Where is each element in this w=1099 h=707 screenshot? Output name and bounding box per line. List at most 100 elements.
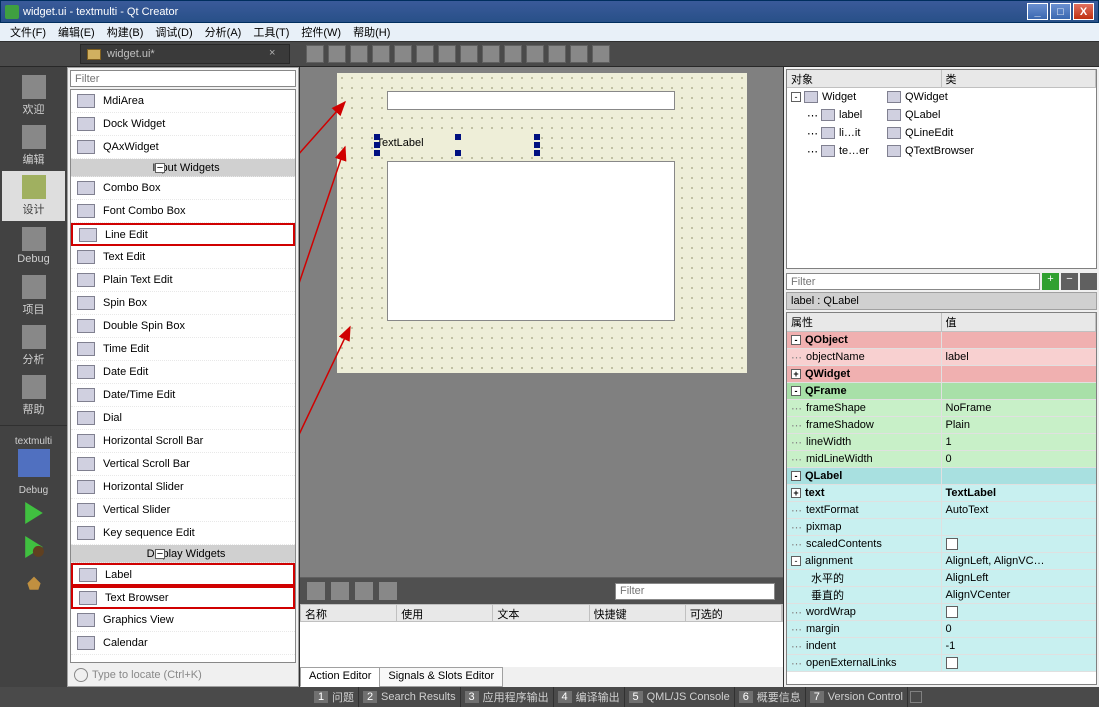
copy-action-button[interactable] <box>331 582 349 600</box>
widget-item[interactable]: MdiArea <box>71 90 295 113</box>
menu-item[interactable]: 调试(D) <box>149 24 198 40</box>
toolbar-button[interactable] <box>548 45 566 63</box>
object-row[interactable]: -WidgetQWidget <box>787 88 1096 106</box>
toolbar-button[interactable] <box>328 45 346 63</box>
debug-run-button[interactable] <box>20 536 48 558</box>
widget-item[interactable]: Plain Text Edit <box>71 269 295 292</box>
action-editor-body[interactable] <box>300 622 783 667</box>
bottom-tab[interactable]: Action Editor <box>300 667 380 687</box>
resize-handle[interactable] <box>534 134 540 140</box>
menu-item[interactable]: 构建(B) <box>101 24 150 40</box>
property-row[interactable]: ⋯textFormatAutoText <box>787 502 1096 519</box>
build-button[interactable] <box>20 570 48 592</box>
open-file-selector[interactable]: widget.ui* × <box>80 44 290 64</box>
widget-item[interactable]: Key sequence Edit <box>71 522 295 545</box>
close-file-icon[interactable]: × <box>269 47 283 61</box>
property-group[interactable]: -QLabel <box>787 468 1096 485</box>
menu-item[interactable]: 文件(F) <box>4 24 52 40</box>
mode-欢迎[interactable]: 欢迎 <box>2 71 65 121</box>
text-label-widget[interactable]: TextLabel <box>377 137 537 153</box>
menu-item[interactable]: 控件(W) <box>295 24 347 40</box>
toolbar-button[interactable] <box>306 45 324 63</box>
checkbox[interactable] <box>946 657 958 669</box>
output-pane-button[interactable]: 3应用程序输出 <box>461 687 554 707</box>
toolbar-button[interactable] <box>394 45 412 63</box>
widget-item[interactable]: Graphics View <box>71 609 295 632</box>
property-group[interactable]: -QObject <box>787 332 1096 349</box>
output-pane-button[interactable]: 1问题 <box>310 687 359 707</box>
new-action-button[interactable] <box>307 582 325 600</box>
widget-item[interactable]: Time Edit <box>71 338 295 361</box>
object-row[interactable]: ⋯li…itQLineEdit <box>787 124 1096 142</box>
property-filter-input[interactable] <box>786 273 1040 290</box>
widget-item[interactable]: Vertical Slider <box>71 499 295 522</box>
widget-item[interactable]: Date/Time Edit <box>71 384 295 407</box>
delete-action-button[interactable] <box>379 582 397 600</box>
object-row[interactable]: ⋯labelQLabel <box>787 106 1096 124</box>
property-row[interactable]: 水平的AlignLeft <box>787 570 1096 587</box>
widget-item[interactable]: QAxWidget <box>71 136 295 159</box>
paste-action-button[interactable] <box>355 582 373 600</box>
maximize-button[interactable]: □ <box>1050 3 1071 20</box>
mode-项目[interactable]: 项目 <box>2 271 65 321</box>
widget-item[interactable]: Date Edit <box>71 361 295 384</box>
widget-item[interactable]: Vertical Scroll Bar <box>71 453 295 476</box>
property-row[interactable]: ⋯scaledContents <box>787 536 1096 553</box>
widget-filter-input[interactable] <box>70 70 296 87</box>
mode-编辑[interactable]: 编辑 <box>2 121 65 171</box>
menu-item[interactable]: 工具(T) <box>247 24 295 40</box>
checkbox[interactable] <box>946 538 958 550</box>
widget-item[interactable]: Text Edit <box>71 246 295 269</box>
widget-item[interactable]: Text Browser <box>71 586 295 609</box>
toolbar-button[interactable] <box>504 45 522 63</box>
output-pane-button[interactable]: 7Version Control <box>806 687 908 707</box>
toolbar-button[interactable] <box>482 45 500 63</box>
property-row[interactable]: ⋯wordWrap <box>787 604 1096 621</box>
menu-item[interactable]: 分析(A) <box>199 24 248 40</box>
property-row[interactable]: ⋯openExternalLinks <box>787 655 1096 672</box>
resize-handle[interactable] <box>534 142 540 148</box>
ae-column[interactable]: 使用 <box>397 605 493 621</box>
mode-设计[interactable]: 设计 <box>2 171 65 221</box>
remove-property-button[interactable]: − <box>1061 273 1078 290</box>
menu-item[interactable]: 帮助(H) <box>347 24 396 40</box>
property-row[interactable]: -alignmentAlignLeft, AlignVC… <box>787 553 1096 570</box>
toolbar-button[interactable] <box>570 45 588 63</box>
property-row[interactable]: ⋯frameShapeNoFrame <box>787 400 1096 417</box>
run-button[interactable] <box>20 502 48 524</box>
output-pane-button[interactable]: 2Search Results <box>359 687 461 707</box>
widget-group-header[interactable]: −Input Widgets <box>71 159 295 177</box>
text-browser-widget[interactable] <box>387 161 675 321</box>
mode-分析[interactable]: 分析 <box>2 321 65 371</box>
ae-column[interactable]: 名称 <box>301 605 397 621</box>
property-group[interactable]: +QWidget <box>787 366 1096 383</box>
bottom-tab[interactable]: Signals & Slots Editor <box>379 667 503 687</box>
object-row[interactable]: ⋯te…erQTextBrowser <box>787 142 1096 160</box>
output-pane-button[interactable]: 5QML/JS Console <box>625 687 735 707</box>
configure-button[interactable] <box>1080 273 1097 290</box>
mode-Debug[interactable]: Debug <box>2 221 65 271</box>
output-pane-button[interactable]: 6概要信息 <box>735 687 806 707</box>
property-row[interactable]: ⋯indent-1 <box>787 638 1096 655</box>
ae-column[interactable]: 可选的 <box>686 605 782 621</box>
locator[interactable]: Type to locate (Ctrl+K) <box>70 665 296 684</box>
property-row[interactable]: ⋯frameShadowPlain <box>787 417 1096 434</box>
kit-icon[interactable] <box>18 449 50 477</box>
property-row[interactable]: +textTextLabel <box>787 485 1096 502</box>
widget-item[interactable]: Double Spin Box <box>71 315 295 338</box>
minimize-button[interactable]: _ <box>1027 3 1048 20</box>
toolbar-button[interactable] <box>526 45 544 63</box>
toolbar-button[interactable] <box>460 45 478 63</box>
widget-group-header[interactable]: −Display Widgets <box>71 545 295 563</box>
toolbar-button[interactable] <box>592 45 610 63</box>
widget-item[interactable]: Dial <box>71 407 295 430</box>
widget-item[interactable]: Spin Box <box>71 292 295 315</box>
widget-item[interactable]: Line Edit <box>71 223 295 246</box>
output-dropdown[interactable] <box>910 691 922 703</box>
add-property-button[interactable]: + <box>1042 273 1059 290</box>
widget-item[interactable]: Label <box>71 563 295 586</box>
property-row[interactable]: ⋯pixmap <box>787 519 1096 536</box>
resize-handle[interactable] <box>534 150 540 156</box>
toolbar-button[interactable] <box>350 45 368 63</box>
object-inspector[interactable]: 对象 类 -WidgetQWidget⋯labelQLabel⋯li…itQLi… <box>786 69 1097 269</box>
